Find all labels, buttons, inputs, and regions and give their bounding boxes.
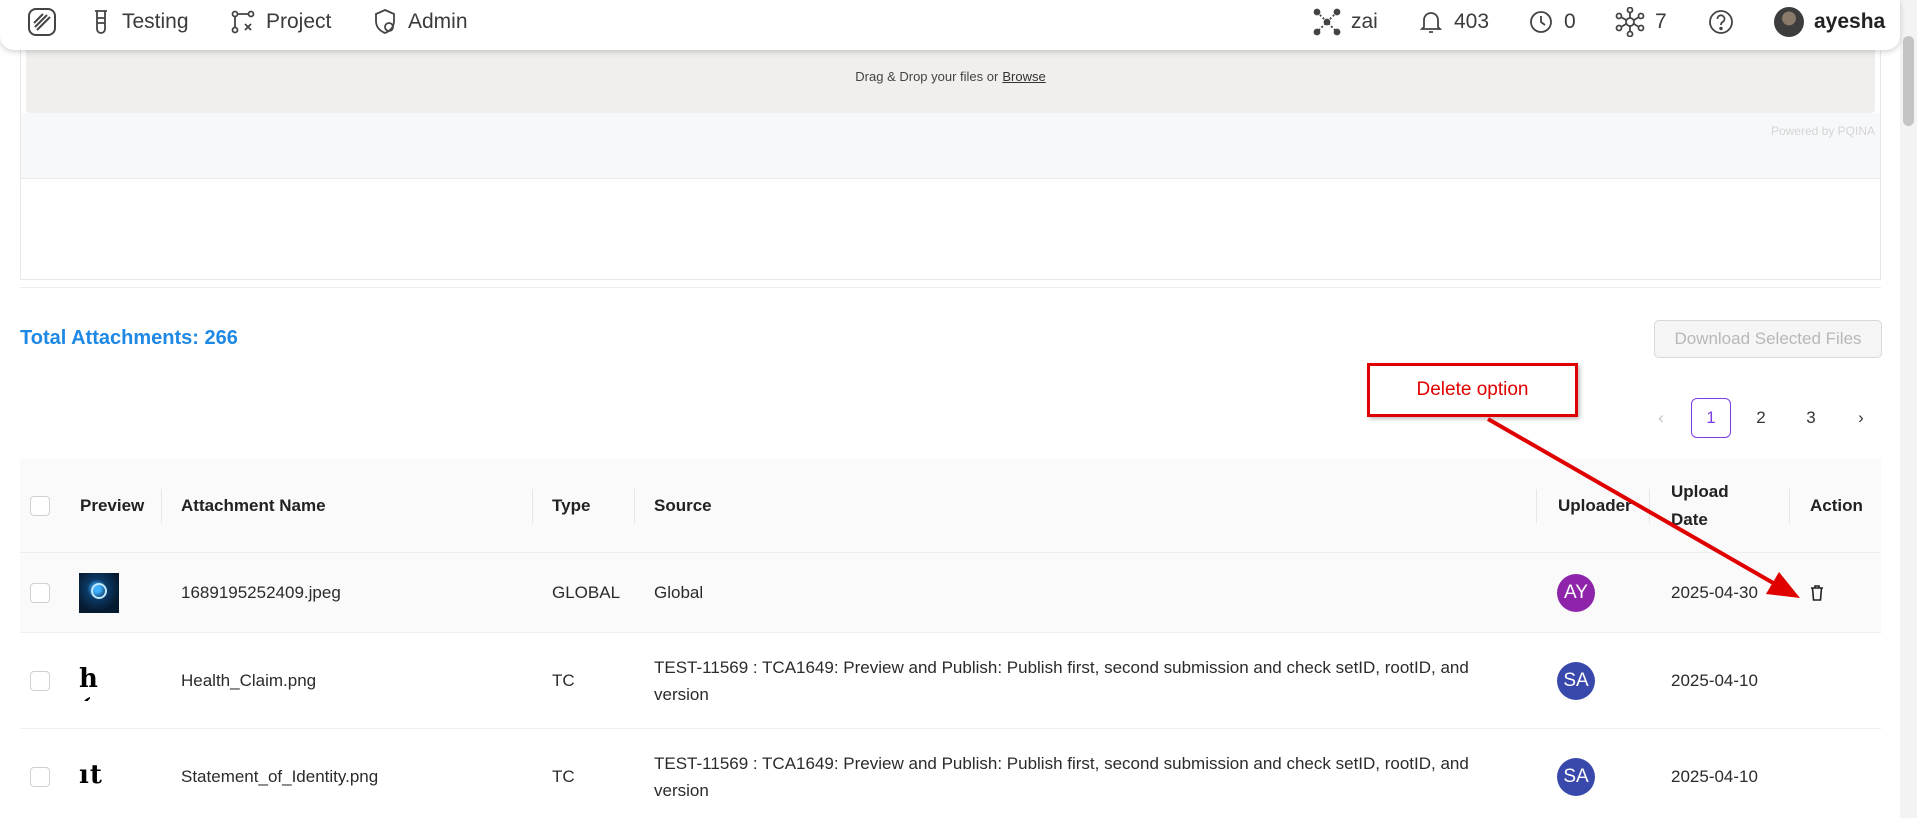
pagination-prev[interactable]: ‹	[1641, 398, 1681, 438]
delete-option-callout: Delete option	[1367, 363, 1578, 417]
col-divider	[1649, 489, 1650, 523]
attachment-type: TC	[552, 767, 575, 786]
row-checkbox[interactable]	[30, 767, 50, 787]
bell-icon	[1419, 12, 1443, 33]
nav-project[interactable]: Project	[230, 0, 331, 44]
beaker-icon	[95, 10, 107, 34]
nav-admin[interactable]: Admin	[372, 0, 468, 44]
row-checkbox[interactable]	[30, 583, 50, 603]
pagination-next[interactable]: ›	[1841, 398, 1881, 438]
table-row[interactable]: ıt o Statement_of_Identity.png TC TEST-1…	[20, 729, 1881, 818]
table-row[interactable]: h ( Health_Claim.png TC TEST-11569 : TCA…	[20, 633, 1881, 729]
attachment-name[interactable]: 1689195252409.jpeg	[181, 553, 341, 633]
user-avatar	[1774, 7, 1804, 37]
logo-icon	[28, 8, 56, 36]
nav-testing-label: Testing	[122, 10, 189, 33]
zai-label: zai	[1351, 10, 1378, 33]
clock-icon	[1530, 11, 1552, 33]
username: ayesha	[1814, 10, 1886, 33]
shield-gear-icon	[375, 9, 395, 34]
pagination-page-3[interactable]: 3	[1791, 398, 1831, 438]
uploader-avatar: AY	[1557, 574, 1595, 612]
attachment-name[interactable]: Statement_of_Identity.png	[181, 729, 378, 818]
nav-zai[interactable]: zai	[1313, 0, 1378, 44]
attachment-name[interactable]: Health_Claim.png	[181, 633, 316, 729]
help-button[interactable]	[1707, 0, 1735, 44]
upload-panel-footer	[21, 113, 1880, 179]
delete-button[interactable]	[1807, 583, 1827, 603]
attachment-preview[interactable]: ıt o	[79, 757, 119, 797]
uploader-avatar: SA	[1557, 758, 1595, 796]
page-scrollbar[interactable]	[1900, 0, 1917, 818]
uploader-avatar: SA	[1557, 662, 1595, 700]
preview-text: h (	[79, 664, 99, 701]
upload-date: 2025-04-10	[1671, 767, 1758, 786]
top-navigation-bar: Testing Project Admin zai 403 0 7 ayesha	[0, 0, 1900, 50]
browse-link[interactable]: Browse	[1002, 69, 1045, 84]
attachment-preview[interactable]	[79, 573, 119, 613]
nav-project-label: Project	[266, 10, 332, 33]
table-header: Preview Attachment Name Type Source Uplo…	[20, 459, 1881, 553]
col-upload-date-line1: Upload	[1671, 482, 1729, 501]
nodes-icon	[1313, 8, 1341, 36]
table-row[interactable]: 1689195252409.jpeg GLOBAL Global AY 2025…	[20, 553, 1881, 633]
user-menu[interactable]: ayesha	[1774, 0, 1885, 44]
col-source[interactable]: Source	[654, 459, 712, 553]
col-attachment-name[interactable]: Attachment Name	[181, 459, 326, 553]
col-preview: Preview	[80, 496, 145, 515]
notifications-count: 403	[1454, 10, 1490, 33]
section-divider	[20, 287, 1881, 288]
download-selected-button[interactable]: Download Selected Files	[1654, 320, 1882, 358]
attachment-preview[interactable]: h (	[79, 661, 119, 701]
file-dropzone[interactable]: Drag & Drop your files or Browse	[26, 40, 1875, 113]
col-action: Action	[1810, 496, 1863, 515]
nav-testing[interactable]: Testing	[90, 0, 189, 44]
network-count: 7	[1655, 10, 1667, 33]
network-icon	[1615, 7, 1645, 37]
col-divider	[1536, 489, 1537, 523]
row-checkbox[interactable]	[30, 671, 50, 691]
clock-count: 0	[1564, 10, 1576, 33]
trash-icon	[1811, 585, 1823, 601]
total-attachments: Total Attachments: 266	[20, 327, 238, 349]
dropzone-text: Drag & Drop your files or	[855, 69, 999, 84]
preview-text: ıt o	[79, 760, 103, 797]
notifications-button[interactable]: 403	[1418, 0, 1489, 44]
pagination-page-2[interactable]: 2	[1741, 398, 1781, 438]
workflow-icon	[231, 10, 255, 34]
attachment-source: TEST-11569 : TCA1649: Preview and Publis…	[654, 754, 1469, 800]
col-upload-date-line2: Date	[1671, 510, 1708, 529]
select-all-checkbox[interactable]	[30, 496, 50, 516]
attachment-source: TEST-11569 : TCA1649: Preview and Publis…	[654, 658, 1469, 704]
history-button[interactable]: 0	[1528, 0, 1576, 44]
app-logo[interactable]	[26, 0, 58, 44]
attachment-source: Global	[654, 583, 704, 602]
attachment-type: TC	[552, 671, 575, 690]
nav-admin-label: Admin	[408, 10, 468, 33]
col-divider	[1789, 489, 1790, 523]
attachment-type: GLOBAL	[552, 583, 621, 602]
col-divider	[161, 489, 162, 523]
page-scrollbar-thumb[interactable]	[1903, 36, 1914, 126]
pagination-page-1[interactable]: 1	[1691, 398, 1731, 438]
col-type[interactable]: Type	[552, 459, 590, 553]
help-icon	[1709, 10, 1733, 34]
col-uploader[interactable]: Uploader	[1558, 459, 1632, 553]
col-divider	[532, 489, 533, 523]
upload-date: 2025-04-10	[1671, 671, 1758, 690]
network-button[interactable]: 7	[1615, 0, 1667, 44]
col-upload-date[interactable]: Upload Date	[1671, 459, 1729, 553]
powered-by-text: Powered by PQINA	[1770, 124, 1875, 138]
col-divider	[634, 489, 635, 523]
upload-date: 2025-04-30	[1671, 583, 1758, 602]
